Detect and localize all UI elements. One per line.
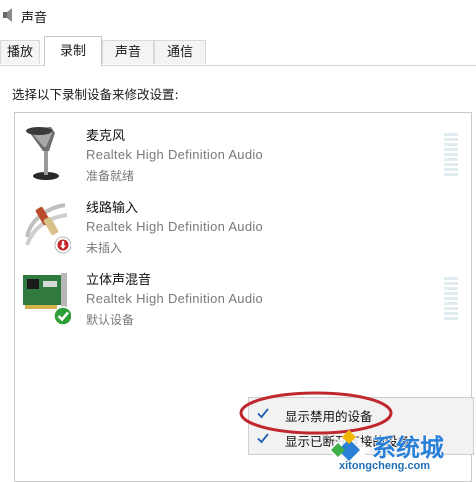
watermark-brand: 系统城 [372, 434, 445, 463]
tab-recording[interactable]: 录制 [44, 36, 102, 66]
tab-sounds[interactable]: 声音 [102, 40, 154, 64]
window-title: 声音 [21, 11, 48, 26]
device-status: 准备就绪 [86, 169, 135, 183]
title-bar: 声音 [0, 0, 476, 30]
device-driver: Realtek High Definition Audio [86, 147, 264, 162]
device-item-stereo-mix[interactable]: 立体声混音 Realtek High Definition Audio 默认设备 [15, 269, 471, 339]
device-name: 麦克风 [86, 129, 126, 144]
level-meter [444, 133, 458, 178]
watermark-url: xitongcheng.com [339, 460, 431, 472]
microphone-icon [26, 127, 59, 180]
device-name: 线路输入 [86, 201, 139, 216]
tab-playback[interactable]: 播放 [0, 40, 40, 64]
device-driver: Realtek High Definition Audio [86, 291, 264, 306]
device-item-microphone[interactable]: 麦克风 Realtek High Definition Audio 准备就绪 [15, 125, 471, 195]
sound-card-icon [23, 273, 71, 326]
device-item-line-in[interactable]: 线路输入 Realtek High Definition Audio 未插入 [15, 197, 471, 267]
device-status: 未插入 [86, 241, 123, 255]
line-in-cable-icon [25, 203, 71, 254]
device-driver: Realtek High Definition Audio [86, 219, 264, 234]
speaker-icon [3, 8, 12, 22]
tab-strip: 播放 录制 声音 通信 [0, 34, 476, 66]
instruction-text: 选择以下录制设备来修改设置: [12, 87, 179, 102]
device-name: 立体声混音 [86, 273, 152, 288]
level-meter [444, 277, 458, 322]
tab-communications[interactable]: 通信 [154, 40, 206, 64]
device-status: 默认设备 [86, 313, 135, 327]
